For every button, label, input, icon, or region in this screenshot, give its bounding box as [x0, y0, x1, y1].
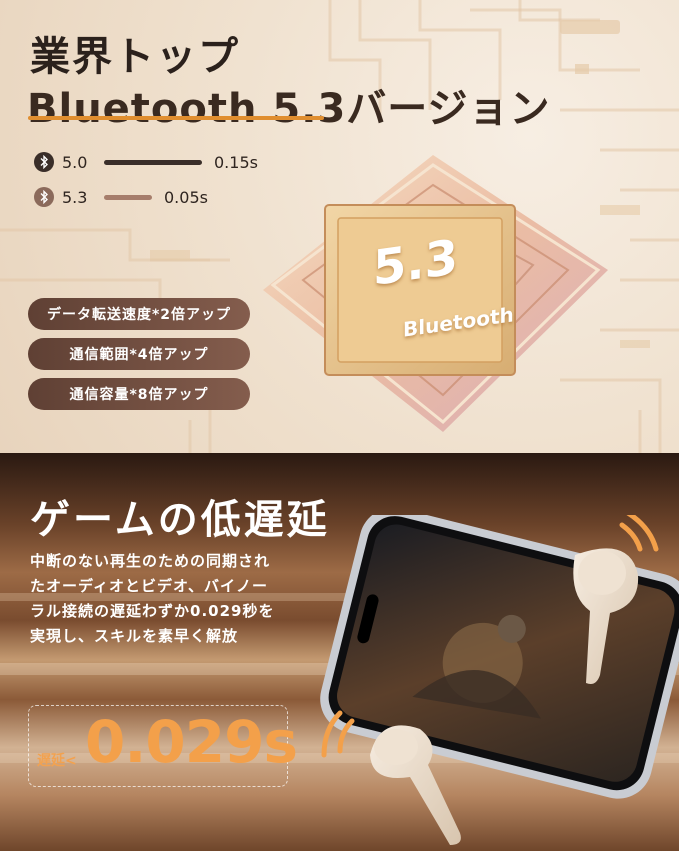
- feature-pill-capacity: 通信容量*8倍アップ: [28, 378, 250, 410]
- title-line-1: 業界トップ: [30, 34, 240, 80]
- version-label: 5.0: [62, 152, 88, 172]
- description-line: 中断のない再生のための同期され: [30, 552, 271, 570]
- bluetooth-icon: [34, 152, 54, 172]
- bluetooth-chip: 5.3 Bluetooth: [243, 140, 628, 435]
- feature-pill-transfer: データ転送速度*2倍アップ: [28, 298, 250, 330]
- description-line: ラル接続の遅延わずか0.029秒を: [30, 602, 275, 620]
- game-title: ゲームの低遅延: [30, 497, 330, 543]
- title-line-2: Bluetooth 5.3バージョン: [27, 86, 551, 132]
- chip-version: 5.3: [373, 229, 459, 297]
- latency-bar-5-0: [104, 159, 202, 165]
- comparison-row-5-3: 5.3 0.05s: [34, 185, 208, 209]
- latency-label: 遅延<: [37, 753, 77, 769]
- phone-and-earbuds: [300, 507, 679, 851]
- description-line: たオーディオとビデオ、バイノー: [30, 577, 269, 595]
- game-description: 中断のない再生のための同期され たオーディオとビデオ、バイノー ラル接続の遅延わ…: [30, 549, 320, 649]
- bluetooth-icon: [34, 187, 54, 207]
- version-label: 5.3: [62, 187, 88, 207]
- description-line: 実現し、スキルを素早く解放: [30, 627, 239, 645]
- bluetooth-section: 業界トップ Bluetooth 5.3バージョン 5.0 0.15s 5.3 0…: [0, 0, 679, 453]
- gaming-section: ゲームの低遅延 中断のない再生のための同期され たオーディオとビデオ、バイノー …: [0, 453, 679, 851]
- latency-bar-5-3: [104, 194, 152, 200]
- latency-callout: 遅延< 0.029s: [28, 705, 298, 787]
- latency-value: 0.029s: [85, 708, 298, 776]
- comparison-row-5-0: 5.0 0.15s: [34, 150, 258, 174]
- feature-pill-range: 通信範囲*4倍アップ: [28, 338, 250, 370]
- title-underline: [28, 116, 324, 120]
- latency-value: 0.05s: [164, 187, 208, 207]
